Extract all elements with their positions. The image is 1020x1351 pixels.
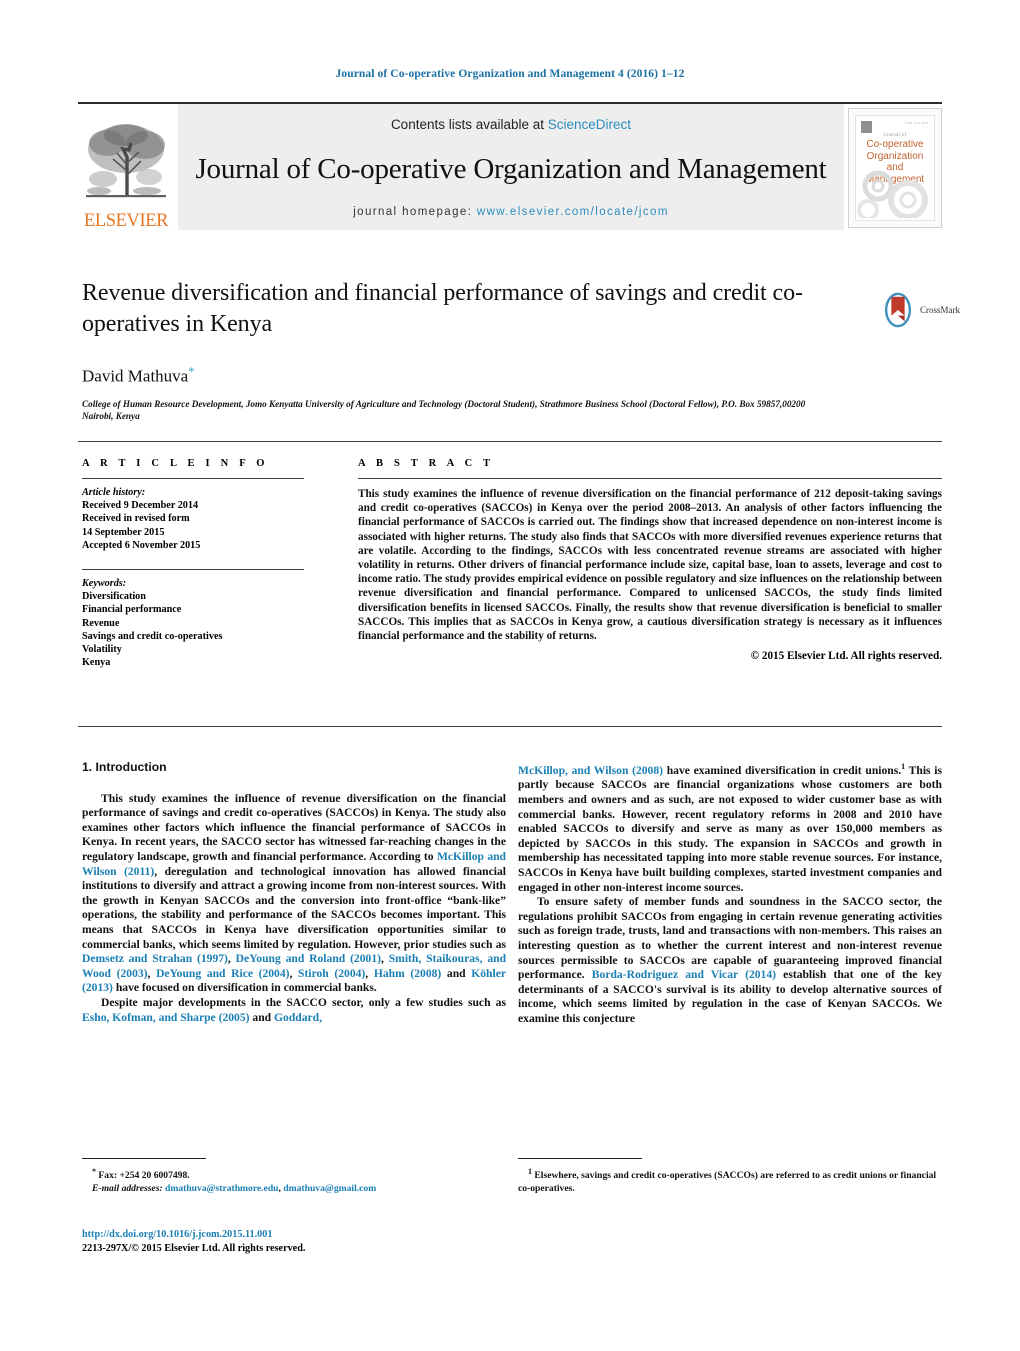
body-column-left: 1. Introduction This study examines the … [82,760,506,1025]
paragraph: To ensure safety of member funds and sou… [518,895,942,1026]
abstract-top-rule [78,441,942,442]
journal-homepage-line: journal homepage: www.elsevier.com/locat… [353,206,669,218]
crossmark-icon [884,292,912,328]
journal-title: Journal of Co-operative Organization and… [195,152,827,185]
paragraph-text: have focused on diversification in comme… [112,981,377,995]
citation-link[interactable]: McKillop, and Wilson (2008) [518,764,663,777]
citation-link[interactable]: DeYoung and Roland (2001) [236,952,381,965]
separator: , [227,952,236,966]
footnote-fax-line: * Fax: +254 20 6007498. [82,1165,506,1182]
footnote-left: * Fax: +254 20 6007498. E-mail addresses… [82,1158,506,1195]
history-item: Received 9 December 2014 [82,500,199,512]
separator: and [441,966,472,980]
citation-link[interactable]: Goddard, [274,1011,322,1024]
history-item: Received in revised form [82,513,190,525]
section-heading-introduction: 1. Introduction [82,760,167,774]
abstract-section: A B S T R A C T This study examines the … [358,458,942,662]
issn-copyright-line: 2213-297X/© 2015 Elsevier Ltd. All right… [82,1243,306,1254]
masthead-center-panel: Contents lists available at ScienceDirec… [178,104,844,230]
elsevier-logo: ELSEVIER [78,104,174,230]
email-link-secondary[interactable]: dmathuva@gmail.com [283,1183,376,1194]
footnote-marker: 1 [528,1167,532,1176]
fax-text: Fax: +254 20 6007498. [98,1170,190,1182]
article-history-label: Article history: [82,487,146,498]
elsevier-wordmark: ELSEVIER [83,210,169,231]
elsevier-tree-icon [83,118,169,211]
separator: , [380,952,389,966]
history-item: 14 September 2015 [82,526,165,538]
cover-gears-icon [857,170,928,218]
cover-journal-word: Journal of [883,133,907,138]
crossmark-label: CrossMark [920,305,960,315]
citation-link[interactable]: Stiroh (2004) [298,967,365,980]
history-item: Accepted 6 November 2015 [82,539,201,551]
paragraph: McKillop, and Wilson (2008) have examine… [518,760,942,895]
cover-publisher-mark-icon [861,121,872,133]
contents-prefix: Contents lists available at [390,117,548,132]
paragraph: This study examines the influence of rev… [82,792,506,996]
footnote-1-text: 1 Elsewhere, savings and credit co-opera… [518,1165,942,1195]
keyword-item: Financial performance [82,604,182,616]
footnote-email-line: E-mail addresses: dmathuva@strathmore.ed… [82,1182,506,1195]
abstract-copyright: © 2015 Elsevier Ltd. All rights reserved… [750,650,942,663]
paragraph-text: have examined diversification in credit … [663,763,902,777]
footnote-rule [82,1158,206,1159]
corresponding-author-marker: * [188,364,195,378]
citation-link[interactable]: Hahm (2008) [374,967,441,980]
cover-inner: ISSN 2213-297X Journal of Co-operative O… [855,115,935,221]
article-info-rule [82,478,304,479]
running-head: Journal of Co-operative Organization and… [335,68,685,80]
article-info-heading: A R T I C L E I N F O [82,458,269,469]
article-info-section: A R T I C L E I N F O Article history: R… [82,458,317,669]
author-name: David Mathuva [82,366,189,386]
body-column-right: McKillop, and Wilson (2008) have examine… [518,760,942,1027]
journal-cover-thumbnail: ISSN 2213-297X Journal of Co-operative O… [848,108,942,228]
keyword-item: Diversification [82,591,146,603]
author-list: David Mathuva* [82,364,872,387]
keywords-rule [82,569,304,571]
separator: , [289,966,299,980]
affiliation: College of Human Resource Development, J… [82,398,806,422]
keyword-item: Savings and credit co-operatives [82,630,223,642]
citation-link[interactable]: Esho, Kofman, and Sharpe (2005) [82,1011,250,1024]
article-title: Revenue diversification and financial pe… [82,280,803,337]
doi-link[interactable]: http://dx.doi.org/10.1016/j.jcom.2015.11… [82,1228,512,1242]
citation-link[interactable]: Borda-Rodriguez and Vicar (2014) [592,968,776,981]
contents-line: Contents lists available at ScienceDirec… [391,117,631,132]
homepage-prefix: journal homepage: [353,206,477,218]
keyword-item: Revenue [82,617,120,629]
footnote-rule [518,1158,642,1159]
citation-link[interactable]: DeYoung and Rice (2004) [156,967,289,980]
footnote-body: Elsewhere, savings and credit co-operati… [518,1170,937,1195]
homepage-url-link[interactable]: www.elsevier.com/locate/jcom [477,206,669,218]
keywords-label: Keywords: [82,578,127,590]
paper-page: Journal of Co-operative Organization and… [0,0,1020,1351]
title-block: Revenue diversification and financial pe… [82,278,872,422]
footnote-marker: * [92,1167,96,1176]
email-link-primary[interactable]: dmathuva@strathmore.edu [165,1183,278,1194]
separator: , [365,966,374,980]
abstract-text: This study examines the influence of rev… [358,488,942,643]
paragraph: Despite major developments in the SACCO … [82,996,506,1025]
publication-info: http://dx.doi.org/10.1016/j.jcom.2015.11… [82,1228,512,1256]
email-label: E-mail addresses: [92,1183,163,1195]
crossmark-badge[interactable]: CrossMark [880,288,960,332]
keywords-list: Keywords: Diversification Financial perf… [82,577,317,669]
keyword-item: Volatility [82,644,122,656]
sciencedirect-link[interactable]: ScienceDirect [548,117,631,132]
footnote-right: 1 Elsewhere, savings and credit co-opera… [518,1158,942,1195]
paragraph-text: Despite major developments in the SACCO … [101,995,506,1009]
abstract-bottom-rule [78,726,942,727]
paragraph-text: This is partly because SACCOs are financ… [518,763,943,894]
abstract-rule [358,478,942,479]
cover-issn: ISSN 2213-297X [905,122,929,125]
citation-link[interactable]: Demsetz and Strahan (1997) [82,952,228,965]
journal-masthead: ELSEVIER Contents lists available at Sci… [78,102,942,230]
separator: , [147,966,157,980]
paragraph-text: and [249,1010,274,1024]
keyword-item: Kenya [82,657,111,669]
abstract-heading: A B S T R A C T [358,458,495,469]
article-history: Article history: Received 9 December 201… [82,486,317,552]
